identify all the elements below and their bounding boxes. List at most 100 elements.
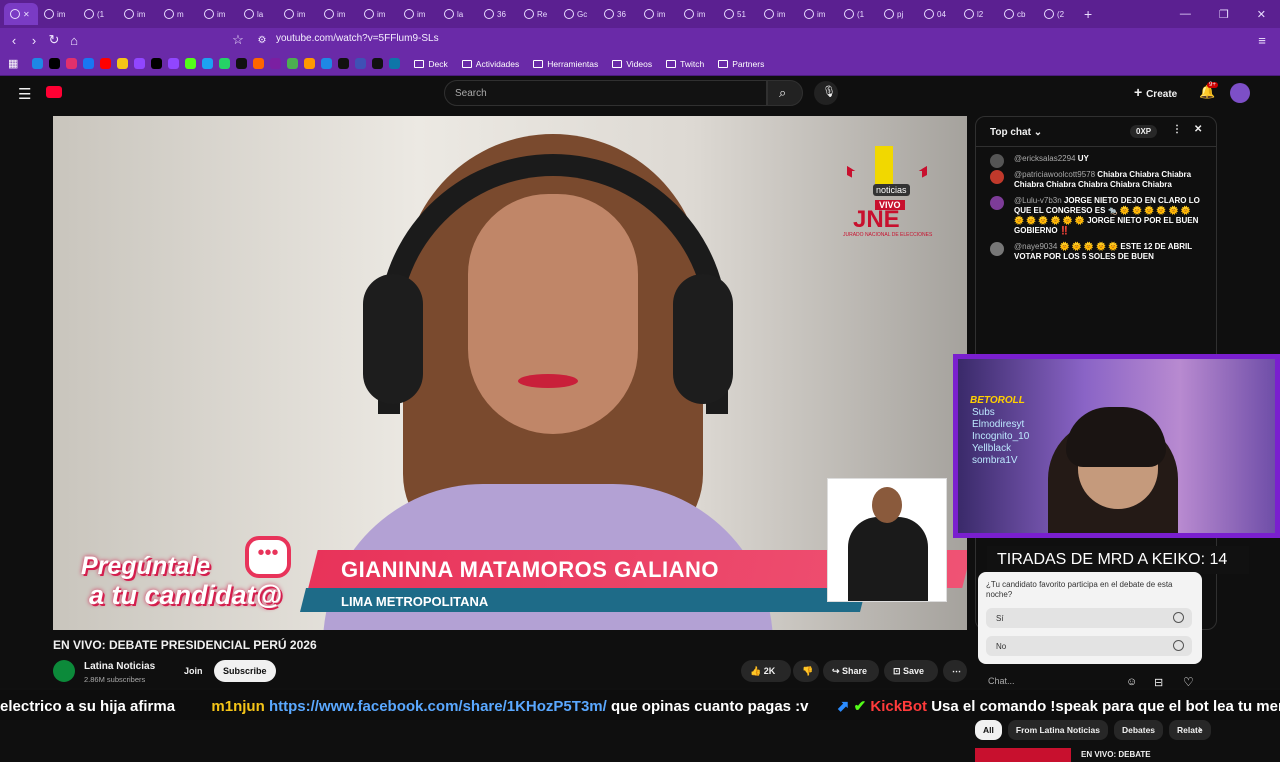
bookmark-icon[interactable]	[304, 58, 316, 69]
maximize-icon[interactable]: ❐	[1219, 8, 1229, 21]
video-player[interactable]: noticias VIVO JNE JURADO NACIONAL DE ELE…	[53, 116, 967, 630]
browser-tab[interactable]: im	[358, 3, 398, 25]
reload-icon[interactable]: ↻	[44, 32, 64, 48]
save-button[interactable]: ⊡ Save	[884, 660, 938, 682]
browser-tab[interactable]: im	[198, 3, 238, 25]
chat-avatar[interactable]	[990, 196, 1004, 210]
bookmark-icon[interactable]	[219, 58, 231, 69]
poll-option[interactable]: No	[986, 636, 1192, 656]
bookmark-icon[interactable]	[321, 58, 333, 69]
browser-tab[interactable]: im	[758, 3, 798, 25]
browser-tab[interactable]: im	[38, 3, 78, 25]
chat-menu-icon[interactable]: ⋮	[1172, 124, 1182, 135]
bookmark-folder[interactable]: Twitch	[666, 59, 704, 69]
voice-search-button[interactable]: 🎙	[814, 81, 838, 105]
site-info-icon[interactable]: ⚙	[252, 35, 272, 46]
bookmark-icon[interactable]	[66, 58, 78, 69]
bookmark-folder[interactable]: Deck	[414, 59, 448, 69]
url-field[interactable]: youtube.com/watch?v=5FFlum9-SLs	[276, 33, 439, 44]
bookmark-icon[interactable]	[338, 58, 350, 69]
new-tab-icon[interactable]: +	[1084, 6, 1092, 22]
bookmark-icon[interactable]	[372, 58, 384, 69]
bookmark-folder[interactable]: Videos	[612, 59, 652, 69]
close-icon[interactable]: ✕	[23, 10, 30, 19]
bookmark-icon[interactable]	[32, 58, 44, 69]
chevron-right-icon[interactable]: ›	[1198, 722, 1202, 736]
browser-tab[interactable]: Re	[518, 3, 558, 25]
browser-tab[interactable]: 04	[918, 3, 958, 25]
close-chat-icon[interactable]: ✕	[1194, 124, 1202, 135]
avatar[interactable]	[1230, 83, 1250, 103]
bookmark-icon[interactable]	[168, 58, 180, 69]
bookmark-icon[interactable]	[236, 58, 248, 69]
browser-tab[interactable]: im	[638, 3, 678, 25]
channel-name[interactable]: Latina Noticias	[84, 661, 155, 672]
browser-tab[interactable]: 51	[718, 3, 758, 25]
share-button[interactable]: ↪ Share	[823, 660, 879, 682]
close-window-icon[interactable]: ✕	[1257, 8, 1266, 21]
browser-tab[interactable]: im	[798, 3, 838, 25]
bookmark-icon[interactable]	[253, 58, 265, 69]
chat-input[interactable]: Chat...	[988, 676, 1118, 686]
browser-tab[interactable]: 36	[478, 3, 518, 25]
home-icon[interactable]: ⌂	[64, 33, 84, 48]
bookmark-icon[interactable]	[389, 58, 401, 69]
emoji-icon[interactable]: ☺	[1126, 676, 1137, 688]
browser-tab[interactable]: 36	[598, 3, 638, 25]
create-button[interactable]: + Create	[1134, 84, 1177, 100]
heart-icon[interactable]: ♡	[1183, 675, 1194, 689]
bookmark-icon[interactable]	[355, 58, 367, 69]
browser-tab[interactable]: im	[118, 3, 158, 25]
bookmark-icon[interactable]	[287, 58, 299, 69]
bookmark-icon[interactable]	[100, 58, 112, 69]
menu-icon[interactable]: ≡	[1252, 33, 1272, 48]
browser-tab[interactable]: l2	[958, 3, 998, 25]
browser-tab[interactable]: Gc	[558, 3, 598, 25]
chat-avatar[interactable]	[990, 154, 1004, 168]
browser-tab[interactable]: im	[678, 3, 718, 25]
browser-tab[interactable]: (2	[1038, 3, 1078, 25]
channel-avatar[interactable]	[53, 660, 75, 682]
browser-tab[interactable]: (1	[78, 3, 118, 25]
browser-tab[interactable]: (1	[838, 3, 878, 25]
search-input[interactable]: Search	[444, 80, 767, 106]
join-button[interactable]: Join	[175, 660, 212, 682]
bookmark-icon[interactable]	[49, 58, 61, 69]
bookmark-folder[interactable]: Actividades	[461, 59, 519, 69]
xp-badge[interactable]: 0XP	[1130, 125, 1158, 138]
browser-tab[interactable]: m	[158, 3, 198, 25]
chat-avatar[interactable]	[990, 242, 1004, 256]
bookmark-icon[interactable]	[202, 58, 214, 69]
back-icon[interactable]: ‹	[4, 33, 24, 48]
browser-tab[interactable]: pj	[878, 3, 918, 25]
search-button[interactable]: ⌕	[767, 80, 803, 106]
top-chat-dropdown[interactable]: Top chat	[990, 127, 1031, 138]
bookmark-icon[interactable]	[134, 58, 146, 69]
chat-author[interactable]: @ericksalas2294	[1014, 154, 1075, 163]
apps-grid-icon[interactable]: ▦	[8, 57, 18, 70]
hamburger-menu-icon[interactable]: ☰	[18, 85, 31, 103]
subscribe-button[interactable]: Subscribe	[214, 660, 276, 682]
browser-tab[interactable]: im	[318, 3, 358, 25]
browser-tab[interactable]: im	[398, 3, 438, 25]
youtube-logo-icon[interactable]	[46, 86, 62, 98]
tab-active[interactable]: ✕	[4, 3, 38, 25]
chat-author[interactable]: @Lulu-v7b3n	[1014, 196, 1062, 205]
minimize-icon[interactable]: —	[1180, 8, 1191, 20]
like-button[interactable]: 👍 2K	[741, 660, 791, 682]
forward-icon[interactable]: ›	[24, 33, 44, 48]
browser-tab[interactable]: la	[238, 3, 278, 25]
dislike-button[interactable]: 👎	[793, 660, 819, 682]
poll-option[interactable]: Sí	[986, 608, 1192, 628]
more-actions-button[interactable]: ⋯	[943, 660, 967, 682]
bookmark-star-icon[interactable]: ☆	[228, 32, 248, 48]
bookmark-icon[interactable]	[270, 58, 282, 69]
chat-avatar[interactable]	[990, 170, 1004, 184]
bookmark-icon[interactable]	[117, 58, 129, 69]
filter-chip[interactable]: From Latina Noticias	[1007, 720, 1108, 740]
browser-tab[interactable]: im	[278, 3, 318, 25]
bookmark-folder[interactable]: Partners	[718, 59, 764, 69]
browser-tab[interactable]: cb	[998, 3, 1038, 25]
filter-chip[interactable]: All	[975, 720, 1002, 740]
filter-chip[interactable]: Relate	[1169, 720, 1211, 740]
